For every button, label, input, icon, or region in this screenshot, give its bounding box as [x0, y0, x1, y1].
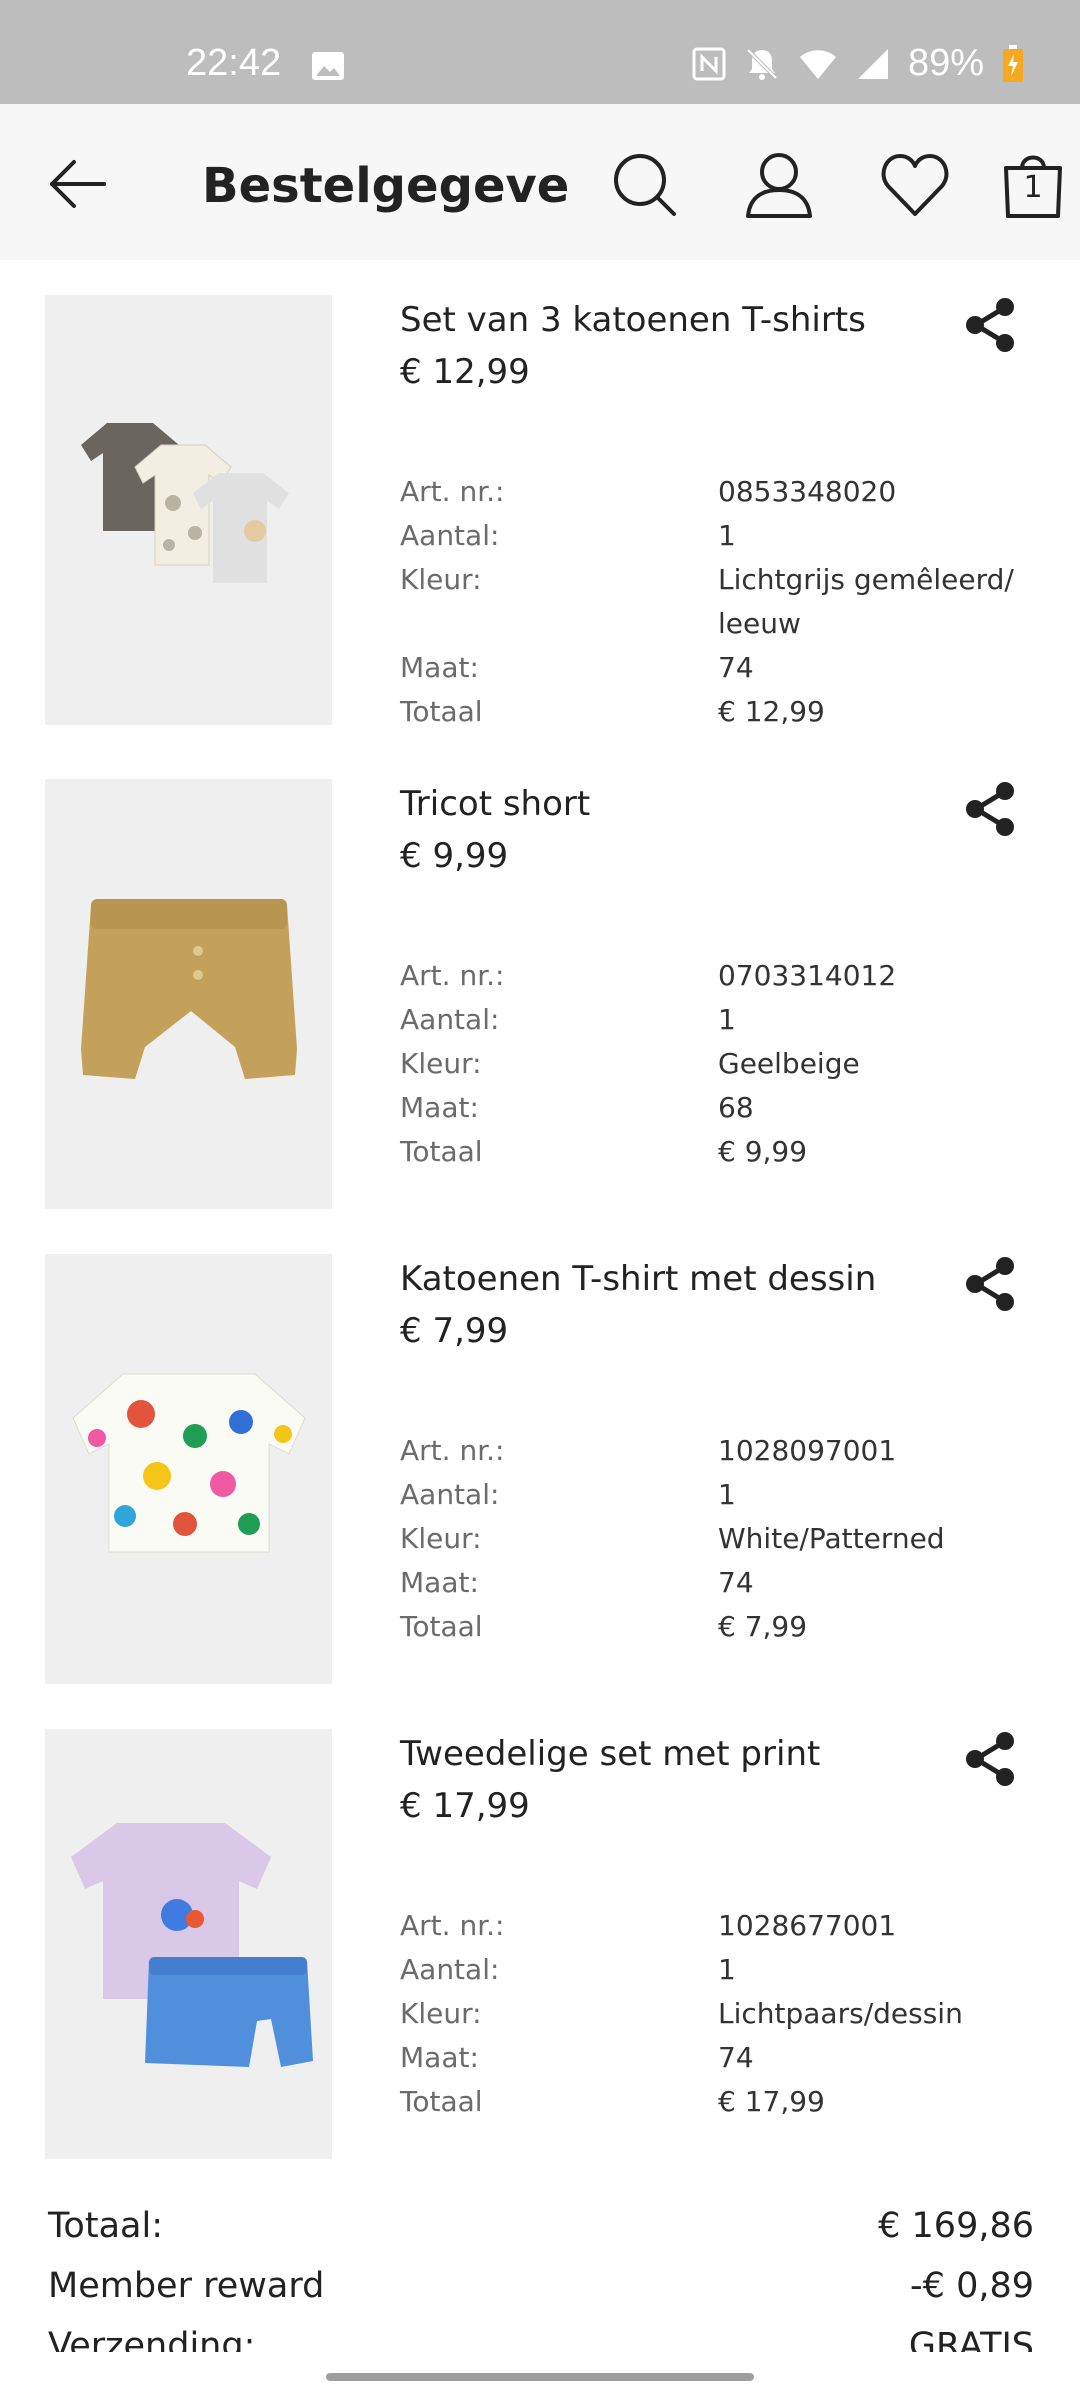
signal-icon — [857, 48, 888, 79]
product-name[interactable]: Katoenen T-shirt met dessin — [400, 1259, 876, 1299]
summary-total-label: Totaal: — [48, 2206, 163, 2246]
size-label: Maat: — [400, 651, 479, 684]
quantity-label: Aantal: — [400, 519, 500, 552]
quantity-label: Aantal: — [400, 1953, 500, 1986]
summary-total-row: Totaal: € 169,86 — [48, 2196, 1034, 2256]
wifi-icon — [799, 49, 836, 79]
product-image[interactable] — [45, 779, 332, 1209]
product-image[interactable] — [45, 1254, 332, 1684]
color-value: Lichtgrijs gemêleerd/ leeuw — [718, 563, 1014, 640]
item-total-value: € 7,99 — [718, 1610, 808, 1643]
product-price: € 7,99 — [400, 1311, 509, 1351]
product-price: € 9,99 — [400, 836, 509, 876]
quantity-value: 1 — [718, 1003, 736, 1036]
status-time: 22:42 — [186, 42, 282, 84]
item-total-label: Totaal — [400, 1610, 483, 1643]
home-indicator[interactable] — [326, 2373, 754, 2381]
order-item: Tweedelige set met print € 17,99 Art. nr… — [0, 1694, 1080, 2159]
nfc-icon — [692, 47, 726, 80]
member-reward-row: Member reward -€ 0,89 — [48, 2256, 1034, 2316]
article-number-value: 0853348020 — [718, 475, 897, 508]
item-total-label: Totaal — [400, 1135, 483, 1168]
share-icon[interactable] — [962, 1255, 1020, 1313]
item-total-value: € 12,99 — [718, 695, 825, 728]
order-item: Set van 3 katoenen T-shirts € 12,99 Art.… — [0, 260, 1080, 728]
item-total-value: € 17,99 — [718, 2085, 825, 2118]
product-image[interactable] — [45, 1729, 332, 2159]
article-number-label: Art. nr.: — [400, 475, 505, 508]
size-value: 74 — [718, 1566, 754, 1599]
cart-count-badge: 1 — [1023, 170, 1043, 205]
status-bar: 22:42 89% — [0, 0, 1080, 104]
color-value: Lichtpaars/dessin — [718, 1997, 963, 2030]
quantity-value: 1 — [718, 1478, 736, 1511]
size-value: 74 — [718, 651, 754, 684]
favorites-heart-icon[interactable] — [880, 150, 950, 220]
article-number-label: Art. nr.: — [400, 1434, 505, 1467]
size-label: Maat: — [400, 1566, 479, 1599]
article-number-label: Art. nr.: — [400, 1909, 505, 1942]
article-number-value: 0703314012 — [718, 959, 897, 992]
product-image[interactable] — [45, 295, 332, 725]
quantity-label: Aantal: — [400, 1003, 500, 1036]
color-value: White/Patterned — [718, 1522, 945, 1555]
account-icon[interactable] — [744, 150, 814, 220]
size-label: Maat: — [400, 1091, 479, 1124]
order-summary: Totaal: € 169,86 Member reward -€ 0,89 V… — [48, 2196, 1034, 2376]
size-value: 74 — [718, 2041, 754, 2074]
product-name[interactable]: Tweedelige set met print — [400, 1734, 820, 1774]
item-total-label: Totaal — [400, 2085, 483, 2118]
product-details: Art. nr.: 1028097001 Aantal: 1 Kleur: White… — [400, 1429, 1040, 1649]
quantity-value: 1 — [718, 1953, 736, 1986]
member-reward-label: Member reward — [48, 2266, 325, 2306]
color-label: Kleur: — [400, 1522, 482, 1555]
article-number-value: 1028677001 — [718, 1909, 897, 1942]
product-price: € 17,99 — [400, 1786, 530, 1826]
search-icon[interactable] — [610, 150, 680, 220]
article-number-label: Art. nr.: — [400, 959, 505, 992]
size-label: Maat: — [400, 2041, 479, 2074]
summary-total-value: € 169,86 — [878, 2206, 1034, 2246]
product-price: € 12,99 — [400, 352, 530, 392]
quantity-label: Aantal: — [400, 1478, 500, 1511]
product-name[interactable]: Tricot short — [400, 784, 590, 824]
share-icon[interactable] — [962, 780, 1020, 838]
product-details: Art. nr.: 0703314012 Aantal: 1 Kleur: Geelb… — [400, 954, 1040, 1174]
item-total-label: Totaal — [400, 695, 483, 728]
mute-icon — [746, 48, 778, 80]
back-arrow-icon[interactable] — [44, 150, 112, 218]
size-value: 68 — [718, 1091, 754, 1124]
color-label: Kleur: — [400, 1047, 482, 1080]
color-label: Kleur: — [400, 563, 482, 596]
member-reward-value: -€ 0,89 — [910, 2266, 1034, 2306]
product-details: Art. nr.: 0853348020 Aantal: 1 Kleur: Licht… — [400, 470, 1040, 734]
share-icon[interactable] — [962, 296, 1020, 354]
color-value: Geelbeige — [718, 1047, 860, 1080]
battery-charging-icon — [1003, 44, 1023, 82]
page-title: Bestelgegeve... — [202, 158, 572, 214]
color-label: Kleur: — [400, 1997, 482, 2030]
product-name[interactable]: Set van 3 katoenen T-shirts — [400, 300, 866, 340]
item-total-value: € 9,99 — [718, 1135, 808, 1168]
order-item: Katoenen T-shirt met dessin € 7,99 Art. … — [0, 1219, 1080, 1684]
battery-percent: 89% — [907, 42, 984, 84]
quantity-value: 1 — [718, 519, 736, 552]
gallery-notification-icon — [312, 52, 344, 80]
product-details: Art. nr.: 1028677001 Aantal: 1 Kleur: Licht… — [400, 1904, 1040, 2124]
app-bar: Bestelgegeve... 1 — [0, 104, 1080, 260]
share-icon[interactable] — [962, 1730, 1020, 1788]
order-item: Tricot short € 9,99 Art. nr.: 0703314012 … — [0, 744, 1080, 1209]
article-number-value: 1028097001 — [718, 1434, 897, 1467]
